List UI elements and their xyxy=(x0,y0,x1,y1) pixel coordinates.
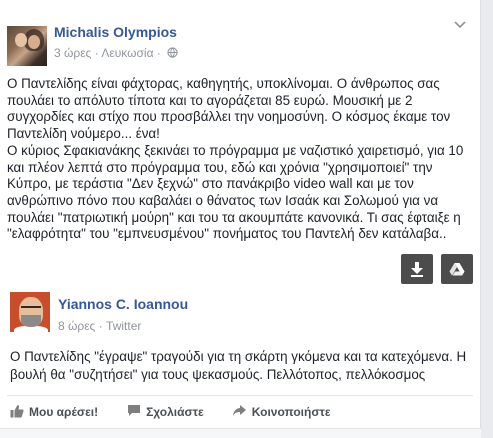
shared-post-meta: 8 ώρες · Twitter xyxy=(58,319,141,333)
chevron-down-icon[interactable] xyxy=(454,20,466,32)
author-avatar[interactable] xyxy=(7,26,47,66)
post-card: Michalis Olympios 3 ώρες · Λευκωσία · Ο … xyxy=(0,0,481,438)
globe-icon[interactable] xyxy=(167,47,178,61)
post-paragraph: Ο Παντελίδης είναι φάχτορας, καθηγητής, … xyxy=(7,76,451,142)
share-label: Κοινοποιήστε xyxy=(251,405,331,419)
post-body: Ο Παντελίδης είναι φάχτορας, καθηγητής, … xyxy=(7,76,475,243)
comment-label: Σχολιάστε xyxy=(146,405,204,419)
meta-separator: · xyxy=(156,46,161,60)
meta-separator: · xyxy=(94,46,99,60)
author-name[interactable]: Michalis Olympios xyxy=(54,24,177,40)
like-button[interactable]: Μου αρέσει! xyxy=(10,404,98,421)
share-button[interactable]: Κοινοποιήστε xyxy=(232,404,331,420)
post-paragraph: Ο κύριος Σφακιανάκης ξεκινάει το πρόγραμ… xyxy=(7,142,464,242)
shared-post-time[interactable]: 8 ώρες xyxy=(58,319,95,333)
thumbs-up-icon xyxy=(10,404,29,421)
divider xyxy=(7,395,473,396)
comments-area xyxy=(0,428,481,438)
meta-separator: · xyxy=(98,319,103,333)
google-drive-icon[interactable] xyxy=(441,254,473,284)
post-meta: 3 ώρες · Λευκωσία · xyxy=(54,46,178,61)
comment-button[interactable]: Σχολιάστε xyxy=(127,404,204,420)
post-location[interactable]: Λευκωσία xyxy=(101,46,153,60)
post-time[interactable]: 3 ώρες xyxy=(54,46,91,60)
speech-bubble-icon xyxy=(127,404,146,420)
shared-post-source: Twitter xyxy=(106,319,142,333)
share-arrow-icon xyxy=(232,404,252,420)
action-bar: Μου αρέσει! Σχολιάστε Κοινοποιήστε xyxy=(10,403,331,421)
download-arrow-icon[interactable] xyxy=(401,254,433,284)
shared-author-name[interactable]: Yiannos C. Ioannou xyxy=(58,296,188,312)
like-label: Μου αρέσει! xyxy=(29,405,99,419)
shared-author-avatar[interactable] xyxy=(10,292,50,332)
shared-post-text: Ο Παντελίδης "έγραψε" τραγούδι για τη σκ… xyxy=(10,349,467,382)
